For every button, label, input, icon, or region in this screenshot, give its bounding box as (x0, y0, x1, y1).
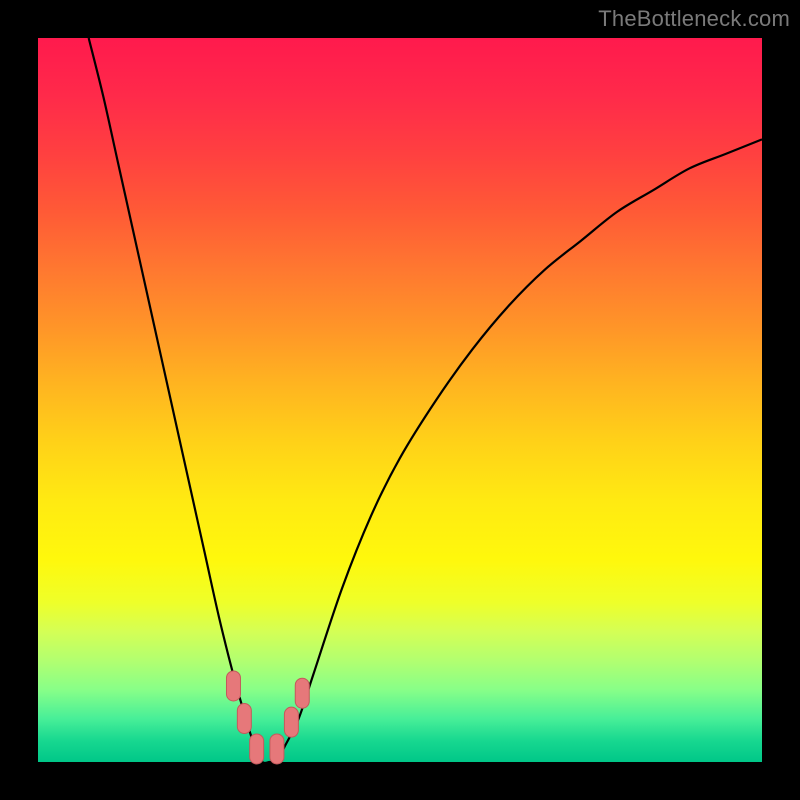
chart-frame: TheBottleneck.com (0, 0, 800, 800)
marker-bottom-right (270, 734, 284, 764)
marker-right-lower (284, 707, 298, 737)
marker-bottom-left (250, 734, 264, 764)
bottleneck-curve (89, 38, 762, 763)
watermark-text: TheBottleneck.com (598, 6, 790, 32)
plot-area (38, 38, 762, 762)
marker-left-upper (226, 671, 240, 701)
bottleneck-curve-svg (38, 38, 762, 762)
marker-left-lower (237, 704, 251, 734)
curve-markers (226, 671, 309, 764)
marker-right-upper (295, 678, 309, 708)
